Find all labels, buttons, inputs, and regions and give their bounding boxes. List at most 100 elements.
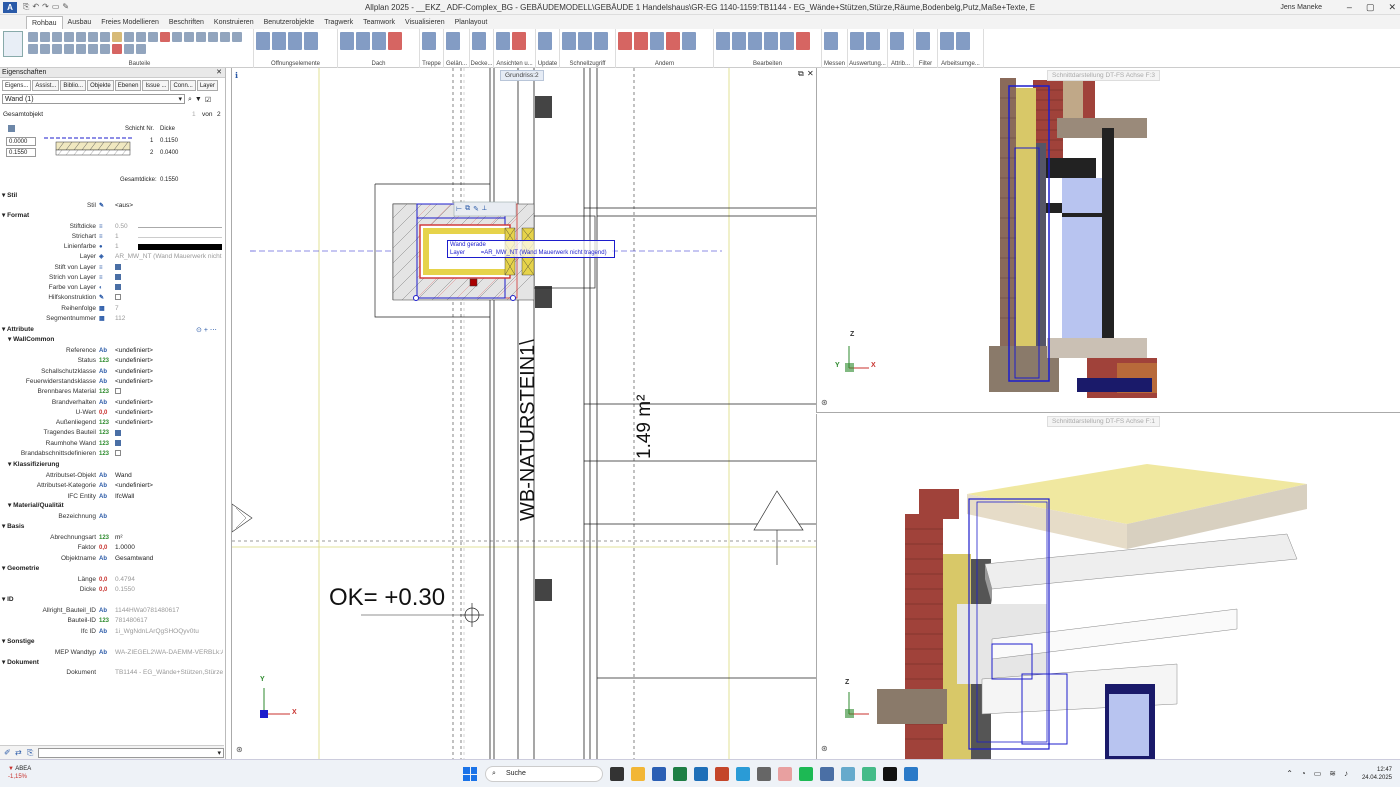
powerpoint-icon[interactable] (715, 767, 729, 781)
wall-icon[interactable] (208, 32, 218, 42)
recess-icon[interactable] (160, 32, 170, 42)
minimize-icon[interactable]: – (1347, 2, 1352, 13)
calculator-icon[interactable] (862, 767, 876, 781)
favorites-select[interactable]: ▾ (38, 748, 224, 758)
tab-ebenen[interactable]: Ebenen (114, 80, 142, 91)
chevron-up-icon[interactable]: ⌃ (1286, 769, 1293, 778)
tab-rohbau[interactable]: Rohbau (26, 16, 63, 29)
report-icon[interactable] (866, 32, 880, 50)
view-label-section-top[interactable]: Schnittdarstellung DT-FS Achse F:3 (1047, 70, 1160, 81)
section-klassifizierung[interactable]: ▾ Klassifizierung (8, 460, 59, 470)
task-view-icon[interactable] (610, 767, 624, 781)
wifi-icon[interactable]: ≋ (1329, 769, 1336, 778)
maximize-icon[interactable]: ▢ (1366, 2, 1375, 13)
room-icon[interactable] (88, 32, 98, 42)
door-icon[interactable] (136, 32, 146, 42)
property-row[interactable]: Außenliegend 123 <undefiniert> (0, 418, 224, 428)
view-label-section-bottom[interactable]: Schnittdarstellung DT-FS Achse F:1 (1047, 416, 1160, 427)
house-view-icon[interactable] (496, 32, 510, 50)
strich-von-layer-checkbox[interactable] (115, 274, 121, 281)
navigation-icon[interactable]: ⊛ (821, 398, 828, 407)
wall-icon[interactable] (196, 32, 206, 42)
settings-icon[interactable] (757, 767, 771, 781)
property-checkbox[interactable] (115, 388, 121, 395)
filter-icon[interactable]: ▼ (195, 96, 202, 104)
hilfskonstruktion-checkbox[interactable] (115, 294, 121, 301)
navigation-icon[interactable]: ⊛ (236, 745, 243, 754)
open-icon[interactable]: ⎘ (23, 2, 29, 12)
foundation-icon[interactable] (184, 32, 194, 42)
teams-icon[interactable] (820, 767, 834, 781)
room-icon[interactable] (40, 44, 50, 54)
tab-ausbau[interactable]: Ausbau (63, 16, 97, 29)
navigation-icon[interactable]: ⊛ (821, 744, 828, 753)
prop-reihenfolge[interactable]: Reihenfolge ▦ 7 (0, 304, 224, 314)
wall-icon[interactable] (40, 32, 50, 42)
taskbar-search[interactable]: ⌕ Suche (485, 766, 603, 782)
column-icon[interactable] (220, 32, 230, 42)
property-row[interactable]: Raumhohe Wand 123 (0, 439, 224, 449)
property-row[interactable]: Objektname Ab Gesamtwand (0, 554, 224, 564)
edit-icon[interactable]: ✎ (62, 2, 69, 12)
cut-icon[interactable] (112, 44, 122, 54)
stair-icon[interactable] (52, 44, 62, 54)
outlook-icon[interactable] (694, 767, 708, 781)
tab-connect[interactable]: Conn... (170, 80, 196, 91)
property-row[interactable]: Abrechnungsart 123 m² (0, 533, 224, 543)
close-icon[interactable] (796, 32, 810, 50)
tab-layer[interactable]: Layer (196, 80, 218, 91)
beam-icon[interactable] (64, 32, 74, 42)
section-id[interactable]: ▾ ID (2, 595, 14, 605)
section-dokument[interactable]: ▾ Dokument (2, 658, 39, 668)
property-row[interactable]: Feuerwiderstandsklasse Ab <undefiniert> (0, 377, 224, 387)
tab-beschriften[interactable]: Beschriften (164, 16, 209, 29)
farbe-von-layer-checkbox[interactable] (115, 284, 121, 291)
property-row[interactable]: Attributset-Kategorie Ab <undefiniert> (0, 481, 224, 491)
property-row[interactable]: Brandabschnittsdefinieren 123 (0, 449, 224, 459)
property-row[interactable]: Attributset-Objekt Ab Wand (0, 471, 224, 481)
copy-icon[interactable] (716, 32, 730, 50)
layer-offset-input[interactable]: 0.0000 (6, 137, 36, 146)
workspace-menu-icon[interactable] (3, 31, 23, 57)
sill-icon[interactable] (304, 32, 318, 50)
prop-layer[interactable]: Layer ◈ AR_MW_NT (Wand Mauerwerk nicht t (0, 252, 224, 262)
word-icon[interactable] (652, 767, 666, 781)
close-icon[interactable]: ✕ (216, 68, 222, 78)
tab-objekte[interactable]: Objekte (87, 80, 114, 91)
prop-segmentnummer[interactable]: Segmentnummer ▦ 112 (0, 314, 224, 324)
macro-icon[interactable] (288, 32, 302, 50)
roof-covering-icon[interactable] (356, 32, 370, 50)
property-row[interactable]: Schallschutzklasse Ab <undefiniert> (0, 367, 224, 377)
slab-icon[interactable] (76, 32, 86, 42)
section-stil[interactable]: ▾ Stil (2, 191, 17, 201)
layer-thickness-input[interactable]: 0.1550 (6, 148, 36, 157)
spotify-icon[interactable] (799, 767, 813, 781)
insulation-icon[interactable] (112, 32, 122, 42)
property-row[interactable]: Status 123 <undefiniert> (0, 356, 224, 366)
section-viewport-top[interactable]: Schnittdarstellung DT-FS Achse F:3 Z Y X… (816, 68, 1400, 413)
join-icon[interactable] (764, 32, 778, 50)
opening-icon[interactable] (148, 32, 158, 42)
property-row[interactable]: Ifc ID Ab 1i_WgNdnLArQgSHOQyv0tu (0, 627, 224, 637)
section-sonstige[interactable]: ▾ Sonstige (2, 637, 35, 647)
tab-benutzerobjekte[interactable]: Benutzerobjekte (259, 16, 320, 29)
snap-icon[interactable] (940, 32, 954, 50)
wall-icon[interactable] (28, 32, 38, 42)
property-row[interactable]: Länge 0,0 0.4794 (0, 575, 224, 585)
snipping-tool-icon[interactable] (778, 767, 792, 781)
section-attribute[interactable]: ▾ Attribute (2, 325, 34, 335)
notes-icon[interactable] (841, 767, 855, 781)
attribute-link-icon[interactable]: ⊙ (196, 327, 202, 334)
excel-icon[interactable] (673, 767, 687, 781)
view-label-grundriss[interactable]: Grundriss:2 (500, 70, 544, 81)
weather-widget[interactable]: ▼ ABEA -1,15% (8, 765, 31, 781)
volume-icon[interactable]: ♪ (1344, 769, 1348, 778)
pipette-icon[interactable]: ✐ (4, 748, 11, 757)
property-row[interactable]: Bauteil-ID 123 781480617 (0, 616, 224, 626)
floorplan-viewport[interactable]: Grundriss:2 ℹ ⧉ ✕ ⊢ ⧉ ✎ ⟂ Wand gerade La… (231, 68, 816, 759)
close-icon[interactable]: ✕ (1388, 2, 1396, 13)
prop-linienfarbe[interactable]: Linienfarbe ● 1 (0, 242, 224, 252)
add-attribute-icon[interactable]: + (204, 327, 208, 334)
prop-stift-von-layer[interactable]: Stift von Layer ≡ (0, 263, 224, 273)
section-icon[interactable] (512, 32, 526, 50)
